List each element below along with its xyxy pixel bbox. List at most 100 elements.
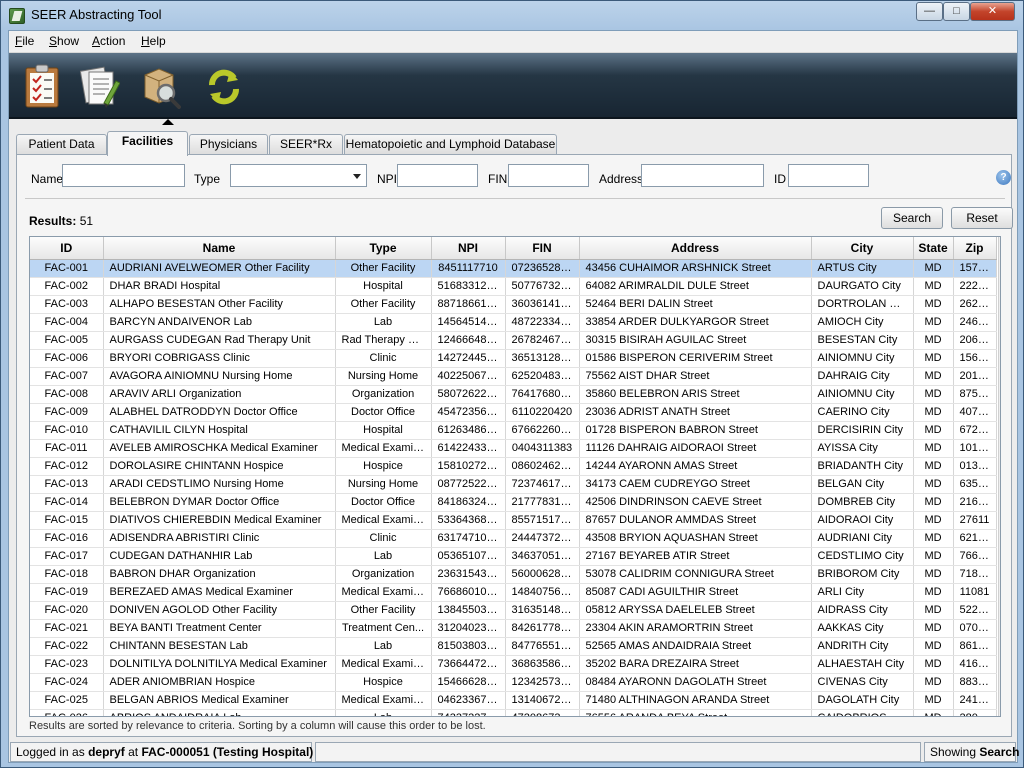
table-row[interactable]: FAC-008 ARAVIV ARLI Organization Organizat… xyxy=(30,385,997,404)
cell-city: AIDORAOI City xyxy=(811,511,914,530)
column-header-type[interactable]: Type xyxy=(335,237,432,260)
cell-fin: 0404311383 xyxy=(505,439,580,458)
cell-state: MD xyxy=(913,601,954,620)
table-row[interactable]: FAC-005 AURGASS CUDEGAN Rad Therapy Unit R… xyxy=(30,331,997,350)
refresh-icon xyxy=(209,69,239,105)
scroll-down-icon[interactable]: ▼ xyxy=(999,700,1000,716)
table-row[interactable]: FAC-021 BEYA BANTI Treatment Center Treatm… xyxy=(30,619,997,638)
table-row[interactable]: FAC-018 BABRON DHAR Organization Organizat… xyxy=(30,565,997,584)
table-row[interactable]: FAC-013 ARADI CEDSTLIMO Nursing Home Nursi… xyxy=(30,475,997,494)
close-button[interactable]: ✕ xyxy=(970,2,1015,21)
column-header-name[interactable]: Name xyxy=(103,237,336,260)
table-row[interactable]: FAC-015 DIATIVOS CHIEREBDIN Medical Exami… xyxy=(30,511,997,530)
search-button[interactable]: Search xyxy=(881,207,943,229)
cell-npi: 1546662808 xyxy=(431,673,506,692)
table-row[interactable]: FAC-016 ADISENDRA ABRISTIRI Clinic Clinic 6… xyxy=(30,529,997,548)
facility-lookup-button[interactable] xyxy=(134,59,188,115)
menu-action[interactable]: Action xyxy=(92,34,125,48)
minimize-button[interactable]: — xyxy=(916,2,943,21)
cell-zip: 40712 xyxy=(953,403,997,422)
cell-state: MD xyxy=(913,295,954,314)
reset-button[interactable]: Reset xyxy=(951,207,1013,229)
title-bar[interactable]: SEER Abstracting Tool — □ ✕ xyxy=(1,1,1023,30)
help-icon[interactable]: ? xyxy=(996,170,1011,185)
cell-id: FAC-021 xyxy=(30,619,104,638)
column-header-fin[interactable]: FIN xyxy=(505,237,580,260)
cell-id: FAC-014 xyxy=(30,493,104,512)
table-row[interactable]: FAC-011 AVELEB AMIROSCHKA Medical Examine… xyxy=(30,439,997,458)
cell-fin: 2177783165 xyxy=(505,493,580,512)
cell-id: FAC-016 xyxy=(30,529,104,548)
scroll-up-icon[interactable]: ▲ xyxy=(999,237,1000,253)
tab-physicians[interactable]: Physicians xyxy=(189,134,268,155)
cell-id: FAC-003 xyxy=(30,295,104,314)
cell-name: BRYORI COBRIGASS Clinic xyxy=(103,349,336,368)
column-header-npi[interactable]: NPI xyxy=(431,237,506,260)
npi-input[interactable] xyxy=(397,164,478,187)
tab-seer-rx[interactable]: SEER*Rx xyxy=(269,134,343,155)
fin-input[interactable] xyxy=(508,164,589,187)
column-header-address[interactable]: Address xyxy=(579,237,812,260)
cell-npi: 4022506768 xyxy=(431,367,506,386)
cell-id: FAC-005 xyxy=(30,331,104,350)
table-row[interactable]: FAC-003 ALHAPO BESESTAN Other Facility Oth… xyxy=(30,295,997,314)
menu-file[interactable]: File xyxy=(15,34,34,48)
table-row[interactable]: FAC-014 BELEBRON DYMAR Doctor Office Docto… xyxy=(30,493,997,512)
column-header-city[interactable]: City xyxy=(811,237,914,260)
client-area: File Show Action Help Patient Data Facil… xyxy=(8,30,1019,763)
cell-zip: 20120 xyxy=(953,367,997,386)
tab-patient-data[interactable]: Patient Data xyxy=(16,134,107,155)
cell-name: BELEBRON DYMAR Doctor Office xyxy=(103,493,336,512)
column-header-id[interactable]: ID xyxy=(30,237,104,260)
column-header-zip[interactable]: Zip xyxy=(953,237,997,260)
id-input[interactable] xyxy=(788,164,869,187)
cell-state: MD xyxy=(913,493,954,512)
address-label: Address xyxy=(599,172,644,186)
table-row[interactable]: FAC-025 BELGAN ABRIOS Medical Examiner Med… xyxy=(30,691,997,710)
box-magnifier-icon xyxy=(144,68,181,109)
menu-show[interactable]: Show xyxy=(49,34,79,48)
column-header-state[interactable]: State xyxy=(913,237,954,260)
login-user: depryf xyxy=(88,745,125,759)
cell-city: DAGOLATH City xyxy=(811,691,914,710)
table-row[interactable]: FAC-026ABRIOS ANDAIDRAIA LabLab743373278… xyxy=(30,709,997,716)
cell-fin: 6252048341 xyxy=(505,367,580,386)
menu-show-mnemonic: S xyxy=(49,34,58,48)
abstract-documents-button[interactable] xyxy=(73,59,127,115)
table-row[interactable]: FAC-020 DONIVEN AGOLOD Other Facility Othe… xyxy=(30,601,997,620)
table-row[interactable]: FAC-012 DOROLASIRE CHINTANN Hospice Hospic… xyxy=(30,457,997,476)
table-row[interactable]: FAC-004 BARCYN ANDAIVENOR Lab Lab 145645141… xyxy=(30,313,997,332)
tab-hematopoietic-lymphoid[interactable]: Hematopoietic and Lymphoid Database xyxy=(344,134,557,155)
tab-strip: Patient Data Facilities Physicians SEER*… xyxy=(16,131,1012,156)
menu-action-label: ction xyxy=(100,34,126,48)
table-row[interactable]: FAC-001 AUDRIANI AVELWEOMER Other Facilit… xyxy=(30,259,997,278)
type-select[interactable] xyxy=(230,164,367,187)
cell-id: FAC-004 xyxy=(30,313,104,332)
table-row[interactable]: FAC-024 ADER ANIOMBRIAN Hospice Hospice 154… xyxy=(30,673,997,692)
maximize-button[interactable]: □ xyxy=(943,2,970,21)
cell-address: 01586 BISPERON CERIVERIM Street xyxy=(579,349,812,368)
cell-name: BELGAN ABRIOS Medical Examiner xyxy=(103,691,336,710)
address-input[interactable] xyxy=(641,164,764,187)
table-row[interactable]: FAC-006 BRYORI COBRIGASS Clinic Clinic 1427… xyxy=(30,349,997,368)
menu-help[interactable]: Help xyxy=(141,34,166,48)
table-row[interactable]: FAC-007 AVAGORA AINIOMNU Nursing Home Nurs… xyxy=(30,367,997,386)
table-row[interactable]: FAC-010 CATHAVILIL CILYN Hospital Hospital… xyxy=(30,421,997,440)
refresh-button[interactable] xyxy=(197,59,251,115)
name-input[interactable] xyxy=(62,164,185,187)
tab-facilities[interactable]: Facilities xyxy=(107,131,188,156)
table-row[interactable]: FAC-023 DOLNITILYA DOLNITILYA Medical Exa… xyxy=(30,655,997,674)
cell-address: 52565 AMAS ANDAIDRAIA Street xyxy=(579,637,812,656)
table-row[interactable]: FAC-019 BEREZAED AMAS Medical Examiner Med… xyxy=(30,583,997,602)
clipboard-checklist-button[interactable] xyxy=(15,59,69,115)
npi-label: NPI xyxy=(377,172,398,186)
cell-name: ALHAPO BESESTAN Other Facility xyxy=(103,295,336,314)
table-row[interactable]: FAC-002 DHAR BRADI Hospital Hospital 516833… xyxy=(30,277,997,296)
cell-name: AVELEB AMIROSCHKA Medical Examiner xyxy=(103,439,336,458)
table-row[interactable]: FAC-009 ALABHEL DATRODDYN Doctor Office Do… xyxy=(30,403,997,422)
cell-state: MD xyxy=(913,385,954,404)
vertical-scrollbar[interactable]: ▲ ▼ xyxy=(998,237,1000,716)
table-row[interactable]: FAC-022 CHINTANN BESESTAN Lab Lab 815038032… xyxy=(30,637,997,656)
cell-address: 53078 CALIDRIM CONNIGURA Street xyxy=(579,565,812,584)
table-row[interactable]: FAC-017 CUDEGAN DATHANHIR Lab Lab 053651071… xyxy=(30,547,997,566)
